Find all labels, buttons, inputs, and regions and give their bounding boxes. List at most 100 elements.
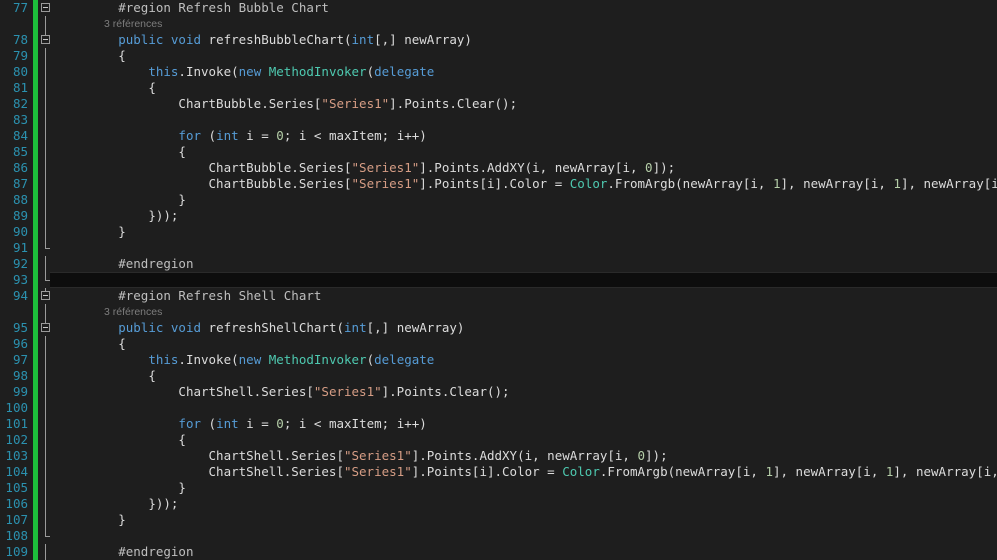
editor-line-row[interactable]: 85 { xyxy=(0,144,997,160)
editor-line-row[interactable]: 96 { xyxy=(0,336,997,352)
code-text[interactable]: { xyxy=(58,432,997,448)
editor-line-row[interactable]: 80 this.Invoke(new MethodInvoker(delegat… xyxy=(0,64,997,80)
outlining-column[interactable] xyxy=(40,64,52,80)
editor-line-row[interactable]: 99 ChartShell.Series["Series1"].Points.C… xyxy=(0,384,997,400)
outlining-column[interactable] xyxy=(40,0,52,16)
editor-line-row[interactable]: 92 #endregion xyxy=(0,256,997,272)
outlining-column[interactable] xyxy=(40,240,52,256)
outlining-column[interactable] xyxy=(40,432,52,448)
code-editor[interactable]: 77 #region Refresh Bubble Chart 3 référen… xyxy=(0,0,997,560)
outlining-column[interactable] xyxy=(40,384,52,400)
code-text[interactable]: for (int i = 0; i < maxItem; i++) xyxy=(58,128,997,144)
code-text[interactable]: #region Refresh Bubble Chart xyxy=(58,0,997,16)
editor-line-row[interactable]: 95 public void refreshShellChart(int[,] … xyxy=(0,320,997,336)
editor-line-row[interactable]: 82 ChartBubble.Series["Series1"].Points.… xyxy=(0,96,997,112)
code-text[interactable]: })); xyxy=(58,208,997,224)
collapse-region-icon[interactable] xyxy=(41,35,50,44)
collapse-region-icon[interactable] xyxy=(41,3,50,12)
outlining-column[interactable] xyxy=(40,336,52,352)
code-text[interactable]: public void refreshShellChart(int[,] new… xyxy=(58,320,997,336)
outlining-column[interactable] xyxy=(40,272,52,288)
outlining-column[interactable] xyxy=(40,96,52,112)
code-text[interactable]: ChartBubble.Series["Series1"].Points.Cle… xyxy=(58,96,997,112)
outlining-column[interactable] xyxy=(40,80,52,96)
outlining-column[interactable] xyxy=(40,480,52,496)
code-text[interactable] xyxy=(58,528,997,544)
editor-line-row[interactable]: 106 })); xyxy=(0,496,997,512)
code-text[interactable]: #endregion xyxy=(58,256,997,272)
code-text[interactable] xyxy=(58,240,997,256)
code-text[interactable]: ChartShell.Series["Series1"].Points.AddX… xyxy=(58,448,997,464)
outlining-column[interactable] xyxy=(40,416,52,432)
code-text[interactable]: } xyxy=(58,224,997,240)
outlining-column[interactable] xyxy=(40,352,52,368)
outlining-column[interactable] xyxy=(40,304,52,320)
codelens-row[interactable]: 3 références xyxy=(0,16,997,32)
code-text[interactable]: public void refreshBubbleChart(int[,] ne… xyxy=(58,32,997,48)
outlining-column[interactable] xyxy=(40,192,52,208)
code-text[interactable]: #region Refresh Shell Chart xyxy=(58,288,997,304)
editor-line-row[interactable]: 100 xyxy=(0,400,997,416)
editor-line-row[interactable]: 107 } xyxy=(0,512,997,528)
outlining-column[interactable] xyxy=(40,320,52,336)
outlining-column[interactable] xyxy=(40,224,52,240)
editor-line-row[interactable]: 102 { xyxy=(0,432,997,448)
outlining-column[interactable] xyxy=(40,512,52,528)
editor-line-row[interactable]: 101 for (int i = 0; i < maxItem; i++) xyxy=(0,416,997,432)
code-text[interactable]: } xyxy=(58,480,997,496)
editor-line-row[interactable]: 87 ChartBubble.Series["Series1"].Points[… xyxy=(0,176,997,192)
editor-line-row[interactable]: 81 { xyxy=(0,80,997,96)
editor-line-row[interactable]: 88 } xyxy=(0,192,997,208)
code-text[interactable]: ChartBubble.Series["Series1"].Points[i].… xyxy=(58,176,997,192)
editor-line-row[interactable]: 103 ChartShell.Series["Series1"].Points.… xyxy=(0,448,997,464)
outlining-column[interactable] xyxy=(40,528,52,544)
code-text[interactable]: } xyxy=(58,192,997,208)
collapse-region-icon[interactable] xyxy=(41,291,50,300)
editor-line-row[interactable]: 83 xyxy=(0,112,997,128)
code-text[interactable]: } xyxy=(58,512,997,528)
code-text[interactable]: { xyxy=(58,368,997,384)
editor-line-row[interactable]: 97 this.Invoke(new MethodInvoker(delegat… xyxy=(0,352,997,368)
outlining-column[interactable] xyxy=(40,128,52,144)
outlining-column[interactable] xyxy=(40,144,52,160)
outlining-column[interactable] xyxy=(40,208,52,224)
editor-line-row[interactable]: 93 xyxy=(0,272,997,288)
code-text[interactable]: { xyxy=(58,48,997,64)
editor-line-row[interactable]: 91 xyxy=(0,240,997,256)
editor-line-row[interactable]: 108 xyxy=(0,528,997,544)
code-text[interactable] xyxy=(58,272,997,288)
outlining-column[interactable] xyxy=(40,288,52,304)
editor-line-row[interactable]: 89 })); xyxy=(0,208,997,224)
editor-line-row[interactable]: 78 public void refreshBubbleChart(int[,]… xyxy=(0,32,997,48)
outlining-column[interactable] xyxy=(40,464,52,480)
outlining-column[interactable] xyxy=(40,368,52,384)
code-text[interactable] xyxy=(58,112,997,128)
codelens-references-link[interactable]: 3 références xyxy=(104,305,162,319)
outlining-column[interactable] xyxy=(40,112,52,128)
outlining-column[interactable] xyxy=(40,32,52,48)
outlining-column[interactable] xyxy=(40,256,52,272)
editor-line-row[interactable]: 86 ChartBubble.Series["Series1"].Points.… xyxy=(0,160,997,176)
code-text[interactable]: ChartBubble.Series["Series1"].Points.Add… xyxy=(58,160,997,176)
editor-line-row[interactable]: 90 } xyxy=(0,224,997,240)
editor-line-row[interactable]: 109 #endregion xyxy=(0,544,997,560)
outlining-column[interactable] xyxy=(40,160,52,176)
outlining-column[interactable] xyxy=(40,48,52,64)
code-text[interactable]: })); xyxy=(58,496,997,512)
editor-line-row[interactable]: 98 { xyxy=(0,368,997,384)
code-text[interactable]: this.Invoke(new MethodInvoker(delegate xyxy=(58,64,997,80)
code-text[interactable]: this.Invoke(new MethodInvoker(delegate xyxy=(58,352,997,368)
code-text[interactable]: { xyxy=(58,336,997,352)
editor-line-row[interactable]: 84 for (int i = 0; i < maxItem; i++) xyxy=(0,128,997,144)
editor-line-row[interactable]: 104 ChartShell.Series["Series1"].Points[… xyxy=(0,464,997,480)
outlining-column[interactable] xyxy=(40,544,52,560)
code-text[interactable]: { xyxy=(58,80,997,96)
code-text[interactable]: ChartShell.Series["Series1"].Points.Clea… xyxy=(58,384,997,400)
code-text[interactable]: ChartShell.Series["Series1"].Points[i].C… xyxy=(58,464,997,480)
editor-line-row[interactable]: 79 { xyxy=(0,48,997,64)
editor-line-row[interactable]: 77 #region Refresh Bubble Chart xyxy=(0,0,997,16)
code-text[interactable] xyxy=(58,400,997,416)
outlining-column[interactable] xyxy=(40,16,52,32)
code-text[interactable]: { xyxy=(58,144,997,160)
outlining-column[interactable] xyxy=(40,448,52,464)
